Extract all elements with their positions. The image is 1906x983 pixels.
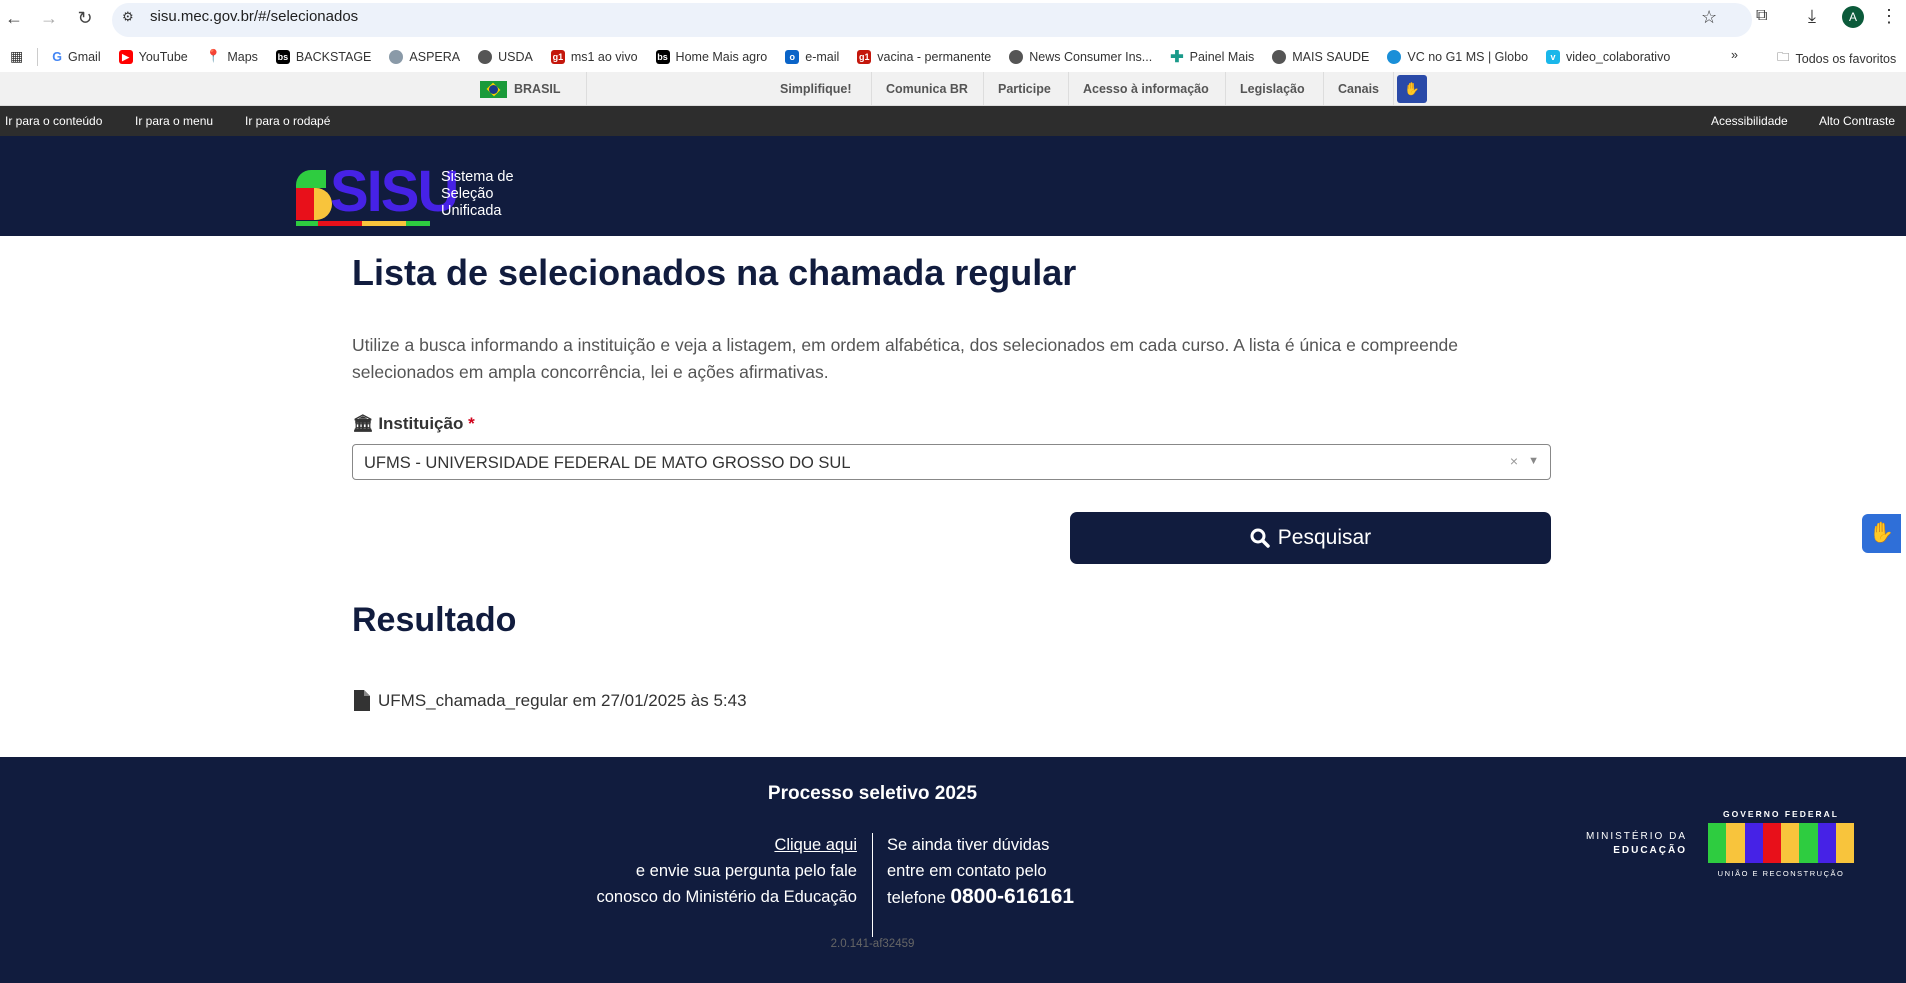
institution-label: 🏛 Instituição * [352, 414, 475, 433]
url-text[interactable]: sisu.mec.gov.br/#/selecionados [150, 8, 358, 25]
click-here-link[interactable]: Clique aqui [597, 832, 857, 858]
govbar-link-participe[interactable]: Participe [983, 72, 1065, 106]
footer-title: Processo seletivo 2025 [767, 783, 978, 804]
institution-select[interactable]: UFMS - UNIVERSIDADE FEDERAL DE MATO GROS… [352, 444, 1551, 480]
globe-icon [1009, 49, 1024, 64]
bookmark-mais-saude[interactable]: MAIS SAUDE [1272, 49, 1369, 64]
forward-icon[interactable]: → [37, 8, 61, 29]
governo-federal-logo: GOVERNO FEDERAL UNIÃO E RECONSTRUÇÃO [1708, 809, 1854, 878]
govbar-link-legislacao[interactable]: Legislação [1225, 72, 1319, 106]
skip-links-bar: Ir para o conteúdo Ir para o menu Ir par… [0, 106, 1906, 136]
govbar-link-canais[interactable]: Canais [1323, 72, 1394, 106]
high-contrast-link[interactable]: Alto Contraste [1819, 114, 1895, 128]
browser-toolbar: ← → ↻ ⚙ sisu.mec.gov.br/#/selecionados ☆… [0, 0, 1906, 41]
footer-divider [872, 833, 873, 937]
search-button[interactable]: Pesquisar [1070, 512, 1551, 564]
maps-icon: 📍 [205, 49, 222, 63]
bookmark-maps[interactable]: 📍 Maps [206, 49, 258, 64]
g1-icon: g1 [857, 49, 872, 64]
plus-icon: ✚ [1170, 48, 1184, 66]
file-icon [354, 690, 370, 711]
vlibras-widget-icon[interactable]: ✋ [1862, 514, 1901, 553]
globe-icon [478, 49, 493, 64]
site-footer: Processo seletivo 2025 Clique aqui e env… [0, 757, 1906, 983]
apps-icon[interactable]: ▦ [10, 48, 23, 65]
g1-icon: g1 [550, 49, 565, 64]
clear-icon[interactable]: × [1510, 453, 1518, 469]
bookmark-news[interactable]: News Consumer Ins... [1009, 49, 1152, 64]
skip-to-menu[interactable]: Ir para o menu [135, 114, 213, 128]
youtube-icon: ▶ [118, 49, 133, 64]
intro-text: Utilize a busca informando a instituição… [352, 335, 1459, 382]
bookmark-aspera[interactable]: ASPERA [389, 49, 460, 64]
bs-icon: bs [655, 49, 670, 64]
globe-icon [1272, 49, 1287, 64]
menu-icon[interactable]: ⋮ [1880, 6, 1898, 27]
extensions-icon[interactable]: ⧉ [1756, 7, 1767, 25]
brasil-link[interactable]: BRASIL [514, 72, 561, 106]
version-text: 2.0.141-af32459 [830, 938, 915, 950]
bookmark-email[interactable]: o e-mail [785, 49, 839, 64]
skip-to-content[interactable]: Ir para o conteúdo [5, 114, 102, 128]
bs-icon: bs [275, 49, 290, 64]
bookmarks-bar: ▦ G Gmail ▶ YouTube 📍 Maps bs BACKSTAGE ASPE… [0, 41, 1906, 72]
outlook-icon: o [785, 49, 800, 64]
institution-icon: 🏛 [352, 414, 374, 433]
result-title: Resultado [352, 601, 517, 639]
site-header: SISU Sistema de Seleção Unificada [0, 136, 1906, 236]
reload-icon[interactable]: ↻ [73, 8, 97, 29]
bookmark-gmail[interactable]: G Gmail [52, 50, 100, 64]
download-icon[interactable]: ⤓ [1808, 6, 1816, 27]
bookmark-usda[interactable]: USDA [478, 49, 533, 64]
bookmark-home-mais-agro[interactable]: bs Home Mais agro [655, 49, 767, 64]
bookmark-video[interactable]: v video_colaborativo [1546, 49, 1670, 64]
gov-bar: BRASIL Simplifique! Comunica BR Particip… [0, 72, 1906, 106]
footer-contact-left: Clique aqui e envie sua pergunta pelo fa… [597, 832, 858, 910]
bookmark-vc-g1[interactable]: VC no G1 MS | Globo [1387, 49, 1528, 64]
bookmark-vacina[interactable]: g1 vacina - permanente [857, 49, 991, 64]
aspera-icon [389, 49, 404, 64]
govbar-link-comunica[interactable]: Comunica BR [871, 72, 982, 106]
result-file-link[interactable]: UFMS_chamada_regular em 27/01/2025 às 5:… [354, 690, 747, 711]
govbar-link-simplifique[interactable]: Simplifique! [766, 72, 866, 106]
all-bookmarks[interactable]: 🗀 Todos os favoritos [1777, 48, 1896, 69]
folder-icon: 🗀 [1777, 50, 1790, 64]
chevron-down-icon[interactable]: ▼ [1528, 455, 1539, 467]
govbar-link-acesso[interactable]: Acesso à informação [1068, 72, 1223, 106]
globo-icon [1387, 49, 1402, 64]
accessibility-link[interactable]: Acessibilidade [1711, 114, 1788, 128]
bookmark-painel-mais[interactable]: ✚ Painel Mais [1170, 47, 1254, 67]
phone-number: 0800-616161 [950, 885, 1075, 908]
more-bookmarks-icon[interactable]: » [1731, 48, 1738, 62]
ministry-logo: MINISTÉRIO DA EDUCAÇÃO [1585, 831, 1687, 856]
page-title: Lista de selecionados na chamada regular [352, 252, 1077, 293]
bookmark-backstage[interactable]: bs BACKSTAGE [275, 49, 371, 64]
back-icon[interactable]: ← [2, 8, 26, 29]
footer-contact-right: Se ainda tiver dúvidas entre em contato … [887, 836, 1075, 908]
avatar[interactable]: A [1842, 6, 1864, 28]
brazil-flag-icon [480, 81, 507, 98]
sisu-tagline: Sistema de Seleção Unificada [441, 169, 514, 219]
star-icon[interactable]: ☆ [1701, 7, 1717, 28]
search-icon [1250, 528, 1270, 548]
bookmark-ms1[interactable]: g1 ms1 ao vivo [550, 49, 638, 64]
bookmark-youtube[interactable]: ▶ YouTube [118, 49, 188, 64]
site-info-icon[interactable]: ⚙ [122, 9, 134, 25]
skip-to-footer[interactable]: Ir para o rodapé [245, 114, 330, 128]
google-icon: G [52, 49, 62, 64]
vlibras-icon[interactable]: ✋ [1397, 75, 1427, 103]
vimeo-icon: v [1546, 49, 1561, 64]
